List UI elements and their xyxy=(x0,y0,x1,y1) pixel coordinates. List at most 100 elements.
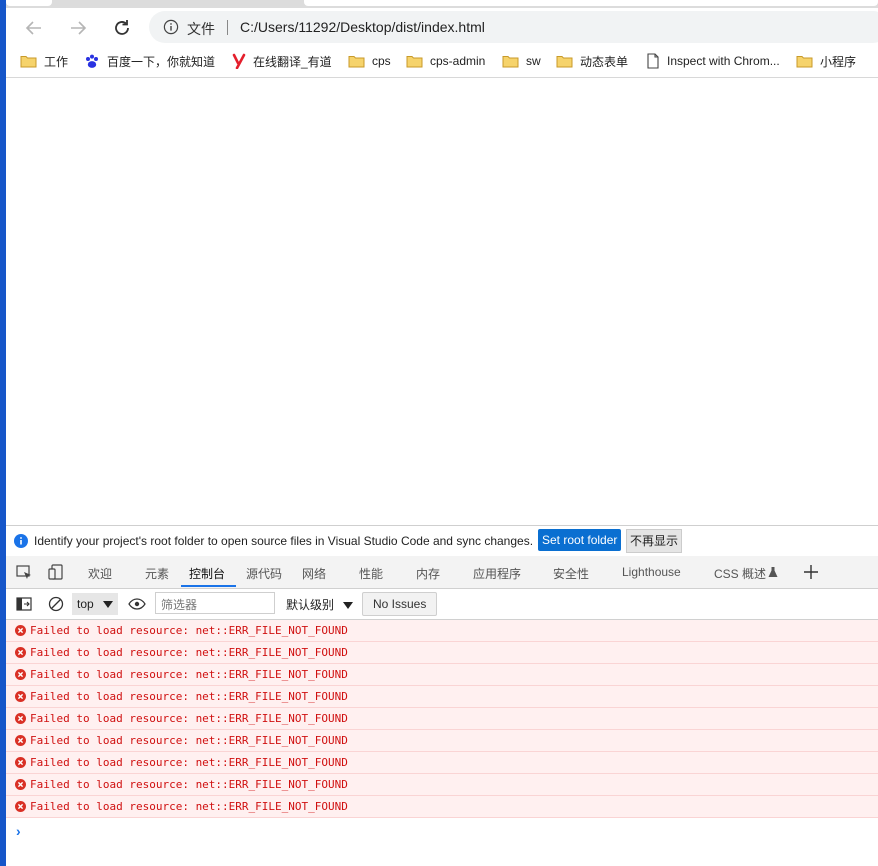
browser-tab[interactable] xyxy=(6,0,52,6)
log-levels-dropdown[interactable]: 默认级别 xyxy=(286,596,354,613)
tab-welcome[interactable]: 欢迎 xyxy=(88,565,112,582)
triangle-down-icon xyxy=(343,602,354,609)
console-message: Failed to load resource: net::ERR_FILE_N… xyxy=(30,756,348,769)
console-error-row[interactable]: Failed to load resource: net::ERR_FILE_N… xyxy=(6,730,878,752)
active-tab-indicator xyxy=(181,585,236,587)
refresh-icon xyxy=(115,20,129,35)
console-message: Failed to load resource: net::ERR_FILE_N… xyxy=(30,734,348,747)
navigation-bar: 文件 C:/Users/11292/Desktop/dist/index.htm… xyxy=(6,8,878,46)
forward-button[interactable] xyxy=(66,16,90,40)
error-icon xyxy=(15,625,26,636)
issues-button[interactable]: No Issues xyxy=(362,592,438,616)
bookmark-inspect[interactable]: Inspect with Chrom... xyxy=(646,51,780,71)
baidu-icon xyxy=(86,54,98,68)
error-icon xyxy=(15,779,26,790)
console-message: Failed to load resource: net::ERR_FILE_N… xyxy=(30,800,348,813)
console-error-row[interactable]: Failed to load resource: net::ERR_FILE_N… xyxy=(6,686,878,708)
console-error-row[interactable]: Failed to load resource: net::ERR_FILE_N… xyxy=(6,796,878,818)
error-icon xyxy=(15,801,26,812)
bookmark-label: 动态表单 xyxy=(580,54,629,69)
folder-icon xyxy=(556,56,573,68)
bookmark-label: 百度一下，你就知道 xyxy=(107,54,216,69)
console-error-row[interactable]: Failed to load resource: net::ERR_FILE_N… xyxy=(6,620,878,642)
bookmark-label: cps xyxy=(372,54,391,68)
vscode-infobar: Identify your project's root folder to o… xyxy=(6,525,878,557)
console-error-row[interactable]: Failed to load resource: net::ERR_FILE_N… xyxy=(6,708,878,730)
console-message: Failed to load resource: net::ERR_FILE_N… xyxy=(30,712,348,725)
tab-console[interactable]: 控制台 xyxy=(189,565,225,582)
bookmark-gongzuo[interactable]: 工作 xyxy=(20,51,68,71)
triangle-down-icon xyxy=(103,601,113,608)
reload-button[interactable] xyxy=(110,16,134,40)
address-separator xyxy=(227,20,228,35)
address-bar[interactable]: 文件 C:/Users/11292/Desktop/dist/index.htm… xyxy=(149,11,878,43)
console-error-row[interactable]: Failed to load resource: net::ERR_FILE_N… xyxy=(6,752,878,774)
context-value: top xyxy=(77,597,94,611)
address-scheme-label: 文件 xyxy=(187,21,215,37)
bookmark-youdao[interactable]: 在线翻译_有道 xyxy=(232,51,332,71)
tab-security[interactable]: 安全性 xyxy=(553,565,589,582)
error-icon xyxy=(15,669,26,680)
log-levels-label: 默认级别 xyxy=(286,598,335,612)
page-content xyxy=(6,78,878,524)
tab-strip[interactable] xyxy=(6,0,878,8)
bookmark-cps[interactable]: cps xyxy=(348,51,391,71)
bookmark-label: 小程序 xyxy=(820,54,857,69)
plus-icon[interactable] xyxy=(803,564,819,580)
folder-icon xyxy=(20,56,37,68)
console-message: Failed to load resource: net::ERR_FILE_N… xyxy=(30,778,348,791)
bookmark-label: Inspect with Chrom... xyxy=(667,54,780,68)
folder-icon xyxy=(406,56,423,68)
console-output[interactable]: Failed to load resource: net::ERR_FILE_N… xyxy=(6,620,878,866)
console-error-row[interactable]: Failed to load resource: net::ERR_FILE_N… xyxy=(6,642,878,664)
bookmark-dynamic-form[interactable]: 动态表单 xyxy=(556,51,628,71)
error-icon xyxy=(15,713,26,724)
tab-application[interactable]: 应用程序 xyxy=(473,565,521,582)
set-root-folder-button[interactable]: Set root folder xyxy=(538,529,622,551)
console-message: Failed to load resource: net::ERR_FILE_N… xyxy=(30,668,348,681)
console-error-row[interactable]: Failed to load resource: net::ERR_FILE_N… xyxy=(6,774,878,796)
device-toolbar-icon[interactable] xyxy=(48,564,64,581)
dont-show-again-button[interactable]: 不再显示 xyxy=(626,529,683,553)
console-message: Failed to load resource: net::ERR_FILE_N… xyxy=(30,690,348,703)
tab-sources[interactable]: 源代码 xyxy=(246,565,282,582)
address-url[interactable]: C:/Users/11292/Desktop/dist/index.html xyxy=(240,19,485,35)
context-selector[interactable]: top xyxy=(72,593,118,615)
youdao-icon xyxy=(232,53,246,69)
browser-tab[interactable] xyxy=(304,0,878,6)
error-icon xyxy=(15,691,26,702)
tab-memory[interactable]: 内存 xyxy=(416,565,440,582)
back-button[interactable] xyxy=(22,16,46,40)
clear-console-icon[interactable] xyxy=(48,596,64,612)
infobar-message: Identify your project's root folder to o… xyxy=(34,534,534,548)
console-message: Failed to load resource: net::ERR_FILE_N… xyxy=(30,646,348,659)
bookmark-label: 在线翻译_有道 xyxy=(253,54,332,69)
bookmark-sw[interactable]: sw xyxy=(502,51,541,71)
bookmark-baidu[interactable]: 百度一下，你就知道 xyxy=(84,51,215,71)
page-icon xyxy=(647,53,659,69)
error-icon xyxy=(15,647,26,658)
bookmarks-bar: 工作 百度一下，你就知道 在线翻译_有道 cps cps-admin sw 动态… xyxy=(6,46,878,78)
tab-css-overview[interactable]: CSS 概述 xyxy=(714,565,766,582)
eye-icon[interactable] xyxy=(128,598,146,610)
tab-network[interactable]: 网络 xyxy=(302,565,326,582)
bookmark-mini-program[interactable]: 小程序 xyxy=(796,51,856,71)
bookmark-cps-admin[interactable]: cps-admin xyxy=(406,51,485,71)
tab-elements[interactable]: 元素 xyxy=(145,565,169,582)
folder-icon xyxy=(502,56,519,68)
tab-lighthouse[interactable]: Lighthouse xyxy=(622,565,681,579)
bookmark-label: sw xyxy=(526,54,541,68)
console-error-row[interactable]: Failed to load resource: net::ERR_FILE_N… xyxy=(6,664,878,686)
info-icon[interactable] xyxy=(163,19,179,35)
filter-input[interactable]: 筛选器 xyxy=(155,592,275,614)
console-prompt-chevron-icon[interactable]: › xyxy=(16,823,21,839)
sidebar-toggle-icon[interactable] xyxy=(16,597,32,611)
info-icon xyxy=(14,534,28,548)
bookmark-label: cps-admin xyxy=(430,54,486,68)
error-icon xyxy=(15,735,26,746)
error-icon xyxy=(15,757,26,768)
devtools-tabbar: 欢迎 元素 控制台 源代码 网络 性能 内存 应用程序 安全性 Lighthou… xyxy=(6,556,878,589)
tab-performance[interactable]: 性能 xyxy=(359,565,383,582)
console-toolbar: top 筛选器 默认级别 No Issues xyxy=(6,589,878,620)
inspect-element-icon[interactable] xyxy=(16,565,33,581)
